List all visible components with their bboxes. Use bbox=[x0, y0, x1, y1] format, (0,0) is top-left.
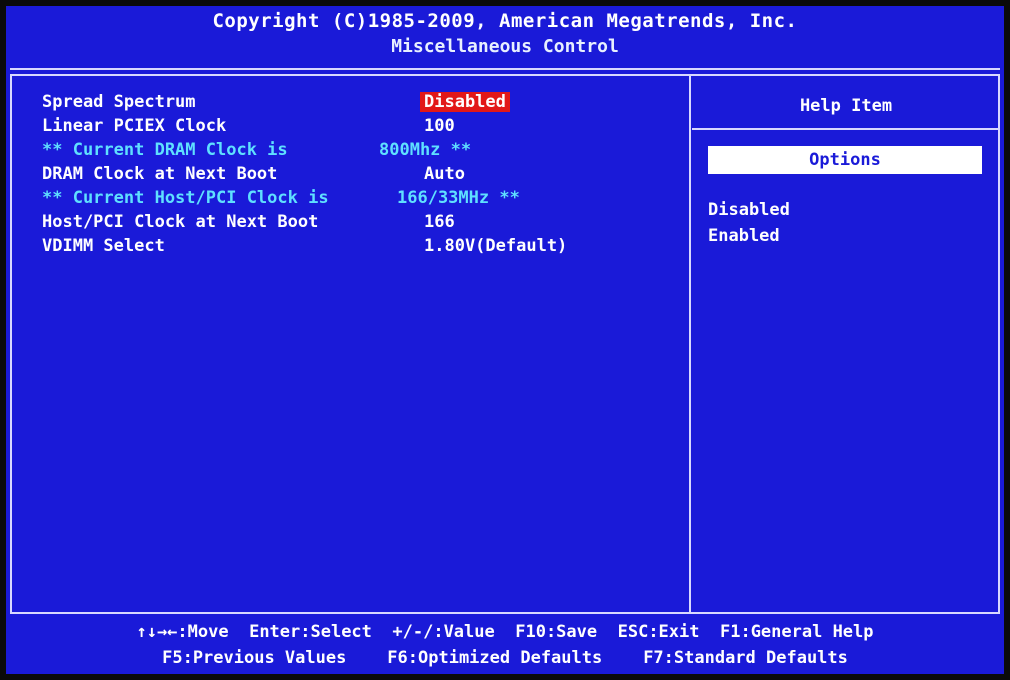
footer-standard-defaults: F7:Standard Defaults bbox=[643, 648, 848, 668]
header: Copyright (C)1985-2009, American Megatre… bbox=[6, 6, 1004, 66]
page-title: Miscellaneous Control bbox=[391, 36, 619, 57]
info-current-dram-clock: ** Current DRAM Clock is 800Mhz ** bbox=[42, 140, 692, 164]
help-title-divider bbox=[692, 128, 1000, 130]
help-title: Help Item bbox=[799, 96, 893, 116]
info-current-host-pci-clock: ** Current Host/PCI Clock is 166/33MHz *… bbox=[42, 188, 692, 212]
footer-select: Enter:Select bbox=[249, 622, 372, 642]
footer-exit: ESC:Exit bbox=[617, 622, 700, 642]
setting-label: VDIMM Select bbox=[42, 236, 165, 256]
footer-save: F10:Save bbox=[515, 622, 598, 642]
help-option: Enabled bbox=[708, 226, 780, 246]
setting-linear-pciex-clock[interactable]: Linear PCIEX Clock 100 bbox=[42, 116, 692, 140]
info-label: ** Current DRAM Clock is bbox=[42, 140, 288, 160]
setting-value[interactable]: Auto bbox=[424, 164, 465, 184]
header-divider-inner bbox=[10, 74, 1000, 76]
setting-host-pci-clock-next-boot[interactable]: Host/PCI Clock at Next Boot 166 bbox=[42, 212, 692, 236]
header-divider bbox=[10, 68, 1000, 70]
footer-optimized-defaults: F6:Optimized Defaults bbox=[387, 648, 603, 668]
options-header: Options bbox=[708, 146, 982, 174]
footer-value: +/-/:Value bbox=[392, 622, 495, 642]
setting-value[interactable]: Disabled bbox=[420, 92, 510, 112]
frame-right-border bbox=[998, 74, 1000, 612]
setting-label: Spread Spectrum bbox=[42, 92, 196, 112]
info-value: 800Mhz ** bbox=[379, 140, 472, 160]
footer-move: ↑↓→←:Move bbox=[136, 622, 229, 642]
setting-spread-spectrum[interactable]: Spread Spectrum Disabled bbox=[42, 92, 692, 116]
setting-value[interactable]: 166 bbox=[424, 212, 455, 232]
setting-label: Host/PCI Clock at Next Boot bbox=[42, 212, 319, 232]
selected-value[interactable]: Disabled bbox=[420, 92, 510, 112]
info-label: ** Current Host/PCI Clock is bbox=[42, 188, 329, 208]
setting-label: DRAM Clock at Next Boot bbox=[42, 164, 278, 184]
footer-previous-values: F5:Previous Values bbox=[162, 648, 347, 668]
help-option: Disabled bbox=[708, 200, 790, 220]
frame-left-border bbox=[10, 74, 12, 612]
footer-general-help: F1:General Help bbox=[719, 622, 874, 642]
footer-divider bbox=[10, 612, 1000, 614]
setting-value[interactable]: 100 bbox=[424, 116, 455, 136]
setting-label: Linear PCIEX Clock bbox=[42, 116, 227, 136]
info-value: 166/33MHz ** bbox=[397, 188, 520, 208]
footer-keys-row2: F5:Previous Values F6:Optimized Defaults… bbox=[6, 648, 1004, 668]
setting-dram-clock-next-boot[interactable]: DRAM Clock at Next Boot Auto bbox=[42, 164, 692, 188]
footer-keys-row1: ↑↓→←:Move Enter:Select +/-/:Value F10:Sa… bbox=[6, 622, 1004, 642]
bios-screen: Copyright (C)1985-2009, American Megatre… bbox=[6, 6, 1004, 674]
copyright-text: Copyright (C)1985-2009, American Megatre… bbox=[212, 10, 798, 32]
setting-vdimm-select[interactable]: VDIMM Select 1.80V(Default) bbox=[42, 236, 692, 260]
setting-value[interactable]: 1.80V(Default) bbox=[424, 236, 567, 256]
